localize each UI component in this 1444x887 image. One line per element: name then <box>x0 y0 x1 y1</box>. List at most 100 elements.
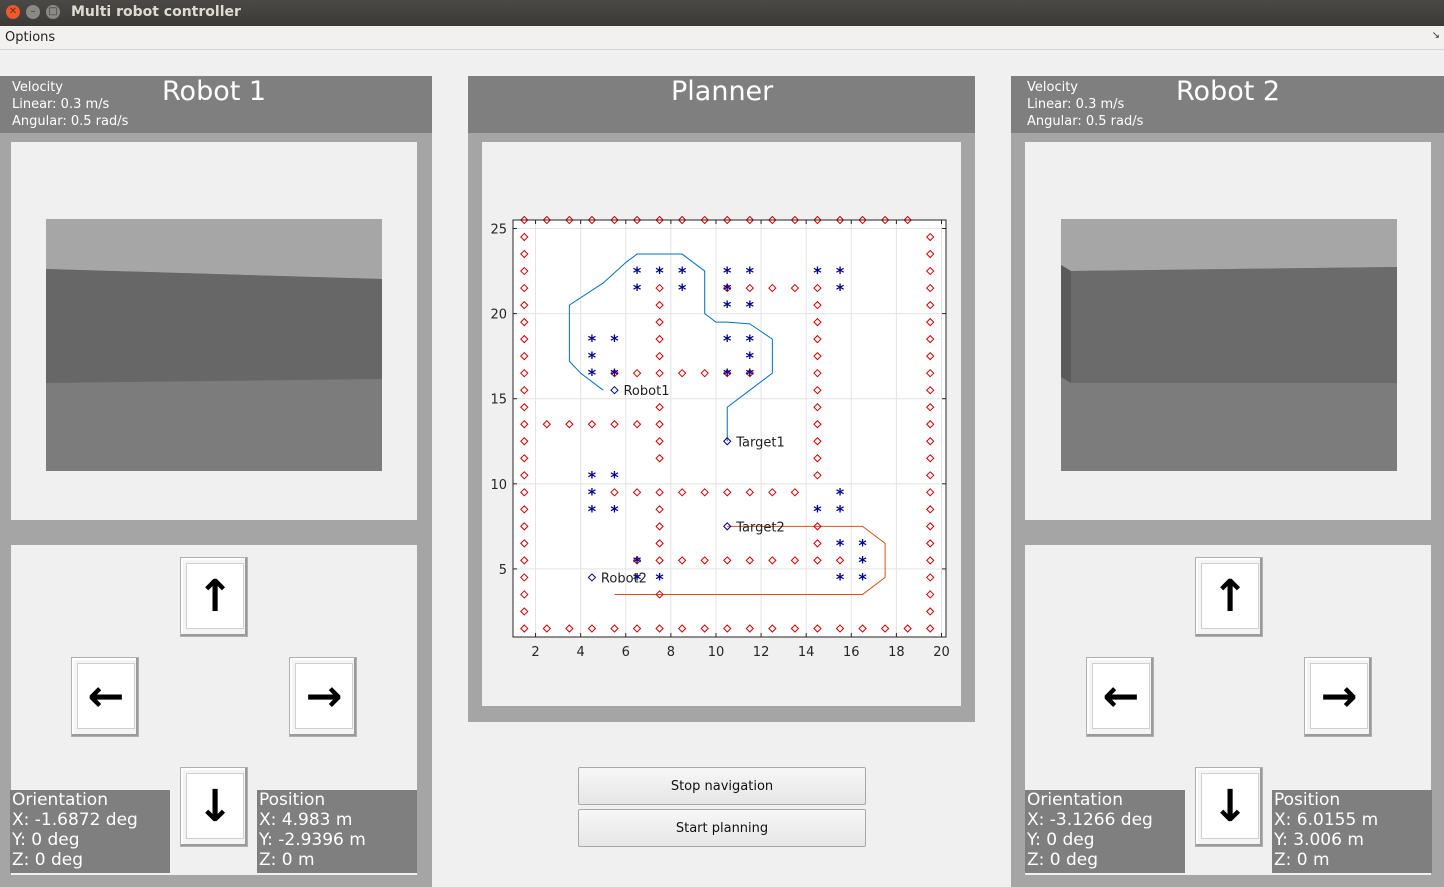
point-label: Robot2 <box>601 571 647 586</box>
star-marker: * <box>836 569 845 588</box>
star-marker: * <box>588 365 597 384</box>
robot2-orientation-z: Z: 0 deg <box>1027 850 1099 870</box>
point-label: Target2 <box>735 520 785 535</box>
robot2-left-button[interactable]: ← <box>1086 657 1154 737</box>
x-tick-label: 4 <box>577 645 585 660</box>
robot2-down-arrow-icon: ↓ <box>1201 773 1259 839</box>
star-marker: * <box>723 297 732 316</box>
robot2-orientation-label: Orientation <box>1027 790 1123 810</box>
robot1-down-arrow-icon: ↓ <box>186 773 244 839</box>
planner-title: Planner <box>671 76 774 107</box>
star-marker: * <box>836 501 845 520</box>
point-label: Robot1 <box>623 384 669 399</box>
x-tick-label: 16 <box>843 645 860 660</box>
robot1-orientation-x: X: -1.6872 deg <box>12 810 138 830</box>
robot2-position-box: Position X: 6.0155 m Y: 3.006 m Z: 0 m <box>1272 790 1432 873</box>
robot1-velocity-label: Velocity <box>12 80 63 95</box>
robot1-orientation-z: Z: 0 deg <box>12 850 84 870</box>
star-marker: * <box>588 501 597 520</box>
robot2-header: Velocity Linear: 0.3 m/s Angular: 0.5 ra… <box>1011 76 1444 133</box>
x-tick-label: 18 <box>888 645 905 660</box>
robot1-orientation-label: Orientation <box>12 790 108 810</box>
star-marker: * <box>655 569 664 588</box>
star-marker: * <box>746 365 755 384</box>
robot2-backward-button[interactable]: ↓ <box>1195 767 1263 847</box>
robot2-forward-button[interactable]: ↑ <box>1195 557 1263 637</box>
robot2-title: Robot 2 <box>1176 76 1281 107</box>
robot2-orientation-x: X: -3.1266 deg <box>1027 810 1153 830</box>
robot1-linear-velocity: Linear: 0.3 m/s <box>12 97 110 112</box>
robot1-orientation-box: Orientation X: -1.6872 deg Y: 0 deg Z: 0… <box>10 790 170 873</box>
robot1-camera-panel <box>11 142 417 520</box>
robot2-right-arrow-icon: → <box>1310 663 1368 729</box>
y-tick-label: 25 <box>490 223 507 238</box>
robot2-velocity-label: Velocity <box>1027 80 1078 95</box>
star-marker: * <box>746 297 755 316</box>
star-marker: * <box>813 501 822 520</box>
robot2-position-x: X: 6.0155 m <box>1274 810 1379 830</box>
window-titlebar: ✕ – □ Multi robot controller <box>0 0 1444 26</box>
point-label: Target1 <box>735 435 785 450</box>
robot2-up-arrow-icon: ↑ <box>1201 563 1259 629</box>
x-tick-label: 2 <box>531 645 539 660</box>
robot2-orientation-y: Y: 0 deg <box>1027 830 1095 850</box>
robot1-right-button[interactable]: → <box>289 657 357 737</box>
start-planning-button[interactable]: Start planning <box>578 809 866 847</box>
y-tick-label: 5 <box>499 563 507 578</box>
robot1-forward-button[interactable]: ↑ <box>180 557 248 637</box>
star-marker: * <box>723 331 732 350</box>
maximize-window-button[interactable]: □ <box>46 5 60 19</box>
robot1-left-arrow-icon: ← <box>77 663 135 729</box>
robot1-title: Robot 1 <box>162 76 267 107</box>
x-tick-label: 20 <box>933 645 950 660</box>
robot2-position-z: Z: 0 m <box>1274 850 1330 870</box>
x-tick-label: 12 <box>753 645 770 660</box>
menu-options[interactable]: Options <box>5 30 55 45</box>
star-marker: * <box>610 365 619 384</box>
robot2-right-button[interactable]: → <box>1304 657 1372 737</box>
robot1-up-arrow-icon: ↑ <box>186 563 244 629</box>
robot2-orientation-box: Orientation X: -3.1266 deg Y: 0 deg Z: 0… <box>1025 790 1185 873</box>
menu-corner-icon: ↘ <box>1431 30 1440 41</box>
y-tick-label: 10 <box>490 478 507 493</box>
robot1-backward-button[interactable]: ↓ <box>180 767 248 847</box>
star-marker: * <box>836 280 845 299</box>
star-marker: * <box>610 331 619 350</box>
y-tick-label: 20 <box>490 308 507 323</box>
robot1-left-button[interactable]: ← <box>71 657 139 737</box>
robot1-position-box: Position X: 4.983 m Y: -2.9396 m Z: 0 m <box>257 790 417 873</box>
x-tick-label: 14 <box>798 645 815 660</box>
planner-map-plot: * * ** ** *** ** *** *** ** *** ** *** *** *** ** *** *R… <box>490 215 950 660</box>
robot2-position-y: Y: 3.006 m <box>1274 830 1364 850</box>
menu-bar: Options ↘ <box>0 26 1444 50</box>
robot1-velocity: Velocity Linear: 0.3 m/s Angular: 0.5 ra… <box>12 79 128 130</box>
x-tick-label: 6 <box>622 645 630 660</box>
robot2-left-arrow-icon: ← <box>1092 663 1150 729</box>
star-marker: * <box>610 501 619 520</box>
robot1-right-arrow-icon: → <box>295 663 353 729</box>
star-marker: * <box>836 535 845 554</box>
star-marker: * <box>655 263 664 282</box>
star-marker: * <box>813 263 822 282</box>
robot2-linear-velocity: Linear: 0.3 m/s <box>1027 97 1125 112</box>
robot2-camera-panel <box>1025 142 1431 520</box>
robot2-camera-view <box>1061 219 1397 471</box>
star-marker: * <box>610 467 619 486</box>
stop-navigation-button[interactable]: Stop navigation <box>578 767 866 805</box>
robot1-angular-velocity: Angular: 0.5 rad/s <box>12 114 129 129</box>
star-marker: * <box>746 263 755 282</box>
robot1-position-z: Z: 0 m <box>259 850 315 870</box>
robot1-position-y: Y: -2.9396 m <box>259 830 366 850</box>
robot2-position-label: Position <box>1274 790 1341 810</box>
x-tick-label: 10 <box>708 645 725 660</box>
robot1-camera-view <box>46 219 382 471</box>
star-marker: * <box>723 365 732 384</box>
robot2-angular-velocity: Angular: 0.5 rad/s <box>1027 114 1144 129</box>
robot1-orientation-y: Y: 0 deg <box>12 830 80 850</box>
close-window-button[interactable]: ✕ <box>6 5 20 19</box>
robot2-velocity: Velocity Linear: 0.3 m/s Angular: 0.5 ra… <box>1027 79 1143 130</box>
minimize-window-button[interactable]: – <box>26 5 40 19</box>
y-tick-label: 15 <box>490 393 507 408</box>
robot1-position-label: Position <box>259 790 326 810</box>
robot1-position-x: X: 4.983 m <box>259 810 353 830</box>
